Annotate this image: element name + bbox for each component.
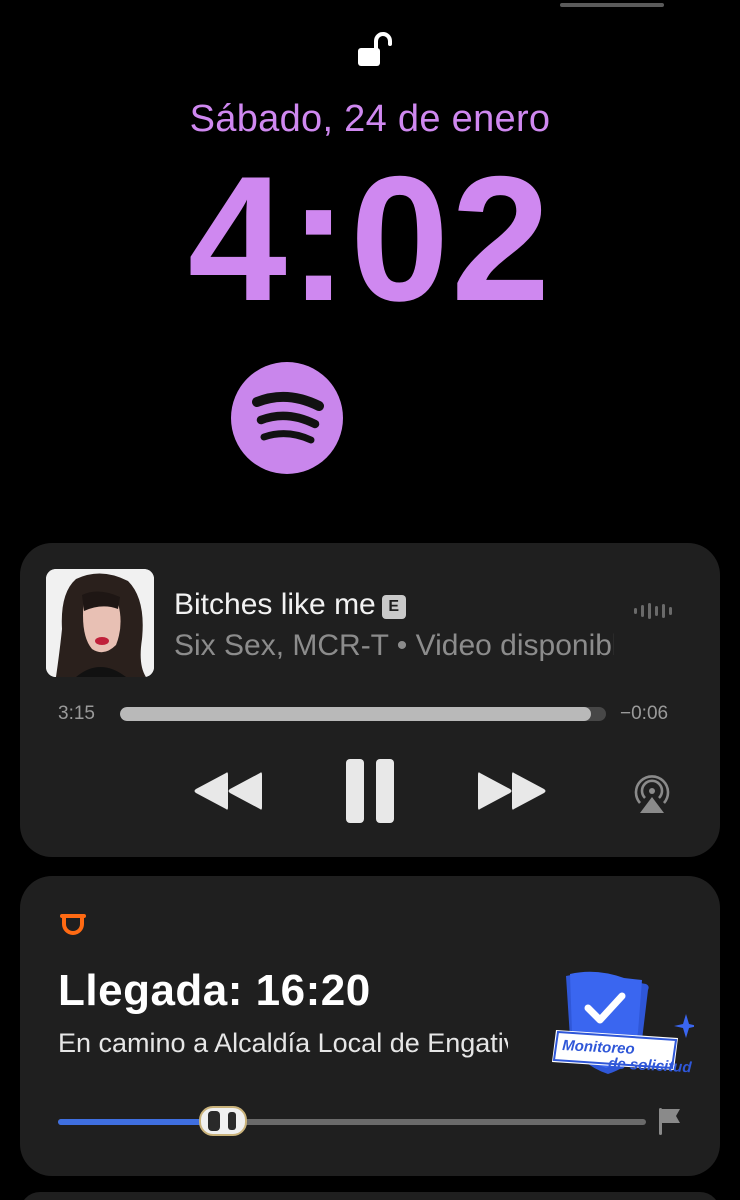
pause-button[interactable] xyxy=(344,759,396,823)
explicit-badge: E xyxy=(381,595,406,619)
status-indicator-bar xyxy=(560,3,664,7)
remaining-time: −0:06 xyxy=(620,703,669,724)
airplay-icon xyxy=(634,775,670,813)
didi-logo-icon xyxy=(60,914,86,935)
pause-icon xyxy=(346,759,394,823)
airplay-button[interactable] xyxy=(630,771,674,815)
fast-forward-icon xyxy=(478,772,546,810)
fast-forward-button[interactable] xyxy=(476,769,548,813)
rewind-button[interactable] xyxy=(192,769,264,813)
ride-activity-card[interactable]: Llegada: 16:20 En camino a Alcaldía Loca… xyxy=(20,876,720,1176)
spotify-widget[interactable] xyxy=(231,362,343,474)
badge-line-2: de solicitud xyxy=(608,1055,693,1076)
unlocked-padlock-icon xyxy=(358,32,392,66)
track-title-text: Bitches like me xyxy=(174,588,376,621)
ride-monitoring-badge: Monitoreo de solicitud xyxy=(552,971,694,1076)
next-notification-card[interactable] xyxy=(20,1192,720,1200)
rewind-icon xyxy=(194,772,262,810)
trip-progress-track xyxy=(58,1119,646,1125)
car-icon xyxy=(198,1106,247,1136)
album-art-image xyxy=(46,569,154,677)
arrival-time: Llegada: 16:20 xyxy=(58,966,371,1015)
destination-flag-icon xyxy=(659,1108,680,1135)
spotify-icon xyxy=(252,391,324,444)
lockscreen-time: 4:02 xyxy=(187,139,553,338)
sparkle-icon xyxy=(674,1014,694,1038)
elapsed-time: 3:15 xyxy=(58,703,95,724)
now-playing-card[interactable]: Bitches like me E Six Sex, MCR-T • Video … xyxy=(20,543,720,857)
track-artist: Six Sex, MCR-T • Video disponible xyxy=(174,629,614,662)
album-art[interactable] xyxy=(46,569,154,677)
route-destination: En camino a Alcaldía Local de Engativá xyxy=(58,1028,508,1058)
playback-progress-fill xyxy=(120,707,592,721)
lock-screen: Sábado, 24 de enero 4:02 Bitches like me… xyxy=(0,0,740,1200)
lockscreen-date: Sábado, 24 de enero xyxy=(189,98,551,140)
track-title: Bitches like me E xyxy=(174,588,406,622)
waveform-icon xyxy=(634,603,672,619)
playback-scrubber[interactable] xyxy=(120,707,606,721)
